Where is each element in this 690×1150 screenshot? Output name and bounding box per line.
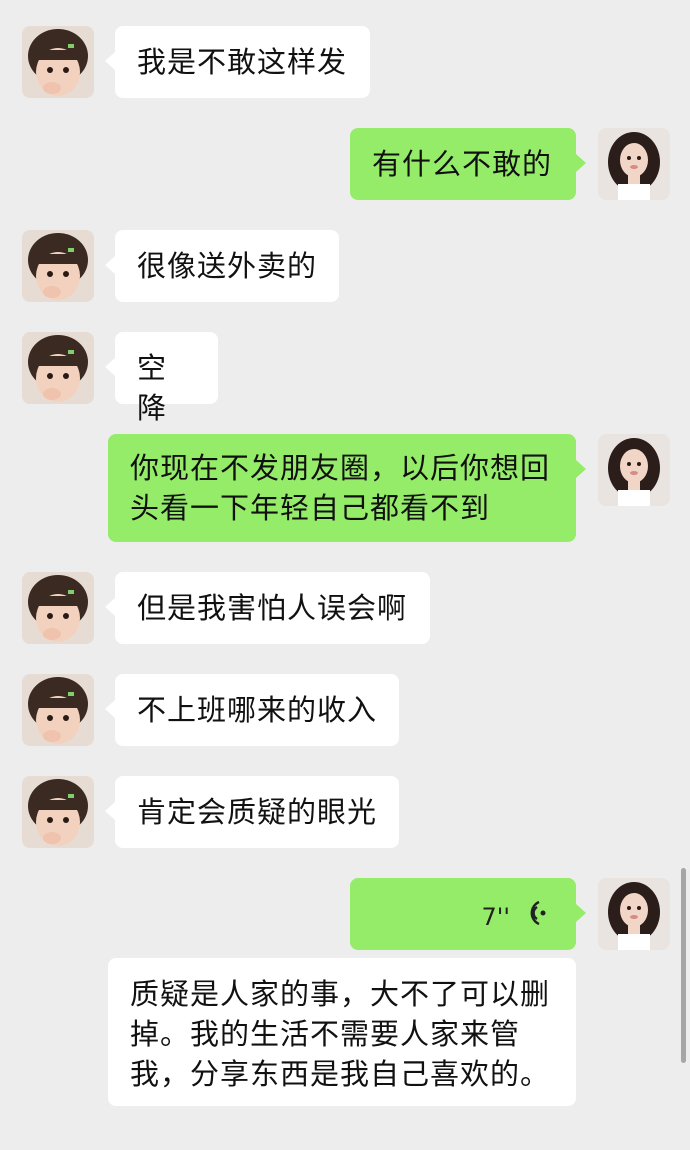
contact-avatar[interactable] (22, 674, 94, 746)
message-bubble-incoming[interactable]: 但是我害怕人误会啊 (105, 572, 430, 644)
message-text: 肯定会质疑的眼光 (137, 795, 378, 829)
child-avatar-icon (22, 26, 94, 98)
message-bubble-incoming[interactable]: 肯定会质疑的眼光 (105, 776, 399, 848)
message-text-line: 头看一下年轻自己都看不到 (130, 491, 491, 525)
message-text: 但是我害怕人误会啊 (137, 591, 408, 625)
message-bubble-incoming[interactable]: 空降 (105, 332, 218, 425)
my-avatar[interactable] (598, 878, 670, 950)
message-text: 有什么不敢的 (372, 147, 553, 181)
contact-avatar[interactable] (22, 230, 94, 302)
voice-duration: 7'' (481, 903, 510, 931)
transcription-line: 我，分享东西是我自己喜欢的。 (130, 1057, 551, 1091)
message-text: 我是不敢这样发 (137, 45, 348, 79)
voice-message-bubble[interactable]: 7'' (350, 878, 586, 950)
message-bubble-outgoing[interactable]: 你现在不发朋友圈，以后你想回 头看一下年轻自己都看不到 (108, 434, 586, 542)
child-avatar-icon (22, 776, 94, 848)
my-avatar[interactable] (598, 128, 670, 200)
message-bubble-incoming[interactable]: 很像送外卖的 (105, 230, 339, 302)
message-text: 很像送外卖的 (137, 249, 318, 283)
child-avatar-icon (22, 674, 94, 746)
transcription-line: 掉。我的生活不需要人家来管 (130, 1017, 521, 1051)
woman-avatar-icon (598, 878, 670, 950)
chat-area: 我是不敢这样发 有什么不敢的 很像送外卖的 空降 你现在不发朋友圈，以后你想回 … (0, 0, 690, 1150)
message-bubble-incoming[interactable]: 我是不敢这样发 (105, 26, 370, 98)
woman-avatar-icon (598, 128, 670, 200)
child-avatar-icon (22, 572, 94, 644)
contact-avatar[interactable] (22, 776, 94, 848)
scrollbar[interactable] (681, 868, 686, 1063)
message-text-line: 你现在不发朋友圈，以后你想回 (130, 451, 551, 485)
transcription-line: 质疑是人家的事，大不了可以删 (130, 977, 551, 1011)
message-bubble-outgoing[interactable]: 有什么不敢的 (350, 128, 586, 200)
message-bubble-incoming[interactable]: 不上班哪来的收入 (105, 674, 399, 746)
my-avatar[interactable] (598, 434, 670, 506)
contact-avatar[interactable] (22, 26, 94, 98)
contact-avatar[interactable] (22, 332, 94, 404)
voice-wave-icon (530, 900, 546, 926)
message-text: 空降 (137, 351, 168, 425)
child-avatar-icon (22, 332, 94, 404)
message-text: 不上班哪来的收入 (137, 693, 378, 727)
woman-avatar-icon (598, 434, 670, 506)
contact-avatar[interactable] (22, 572, 94, 644)
voice-transcription-bubble[interactable]: 质疑是人家的事，大不了可以删 掉。我的生活不需要人家来管 我，分享东西是我自己喜… (108, 958, 576, 1106)
child-avatar-icon (22, 230, 94, 302)
